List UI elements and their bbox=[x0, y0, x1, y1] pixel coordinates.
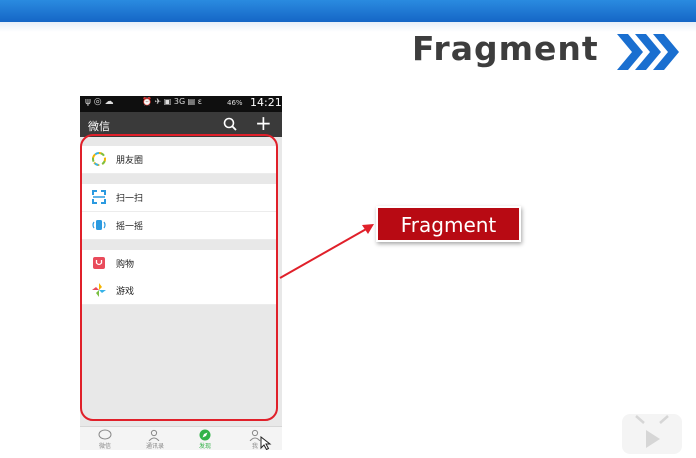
mouse-cursor-icon bbox=[260, 436, 272, 450]
tv-play-icon bbox=[635, 415, 669, 448]
fragment-callout-label: Fragment bbox=[376, 206, 521, 242]
callout-arrow bbox=[279, 224, 374, 279]
player-logo[interactable] bbox=[622, 414, 682, 454]
